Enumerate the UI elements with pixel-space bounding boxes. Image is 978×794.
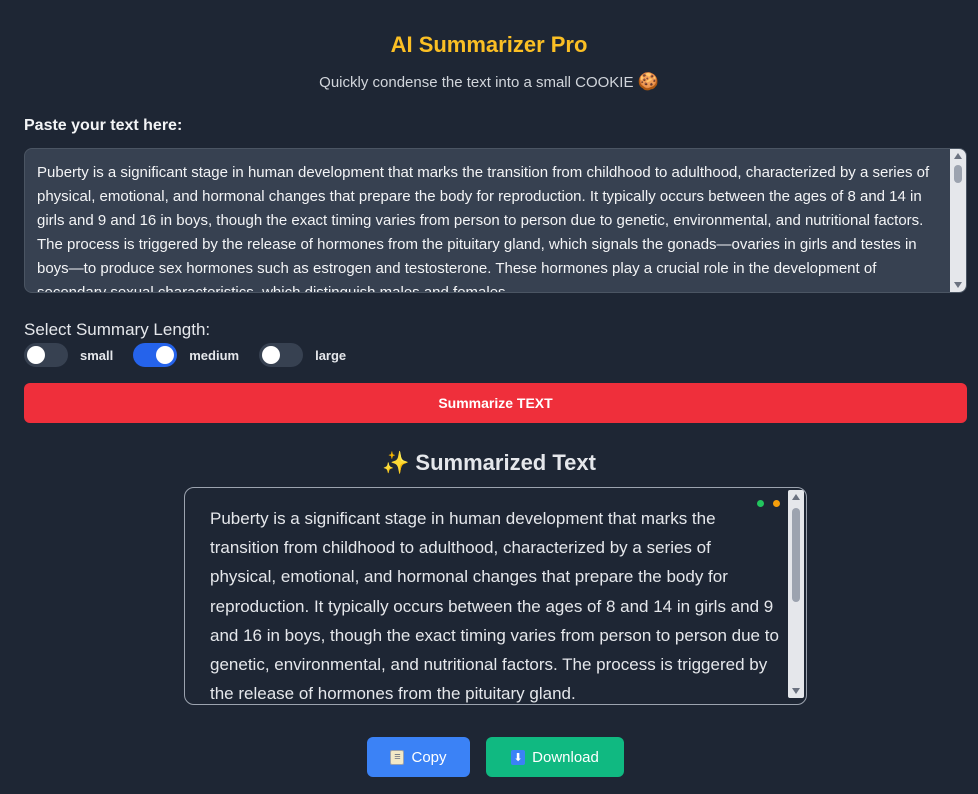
toggle-knob	[262, 346, 281, 364]
toggle-label-medium: medium	[189, 347, 240, 363]
toggle-knob	[27, 346, 45, 364]
download-button[interactable]: ⬇ Download	[486, 737, 624, 777]
input-text-content[interactable]: Puberty is a significant stage in human …	[37, 161, 942, 292]
green-dot-icon	[757, 500, 764, 507]
scroll-up-icon[interactable]	[954, 153, 962, 159]
toggle-label-large: large	[315, 347, 347, 363]
scroll-up-icon[interactable]	[792, 494, 800, 500]
copy-label: Copy	[411, 748, 447, 766]
toggle-medium[interactable]: medium	[133, 343, 239, 367]
input-label: Paste your text here:	[24, 117, 183, 134]
toggle-large[interactable]: large	[259, 343, 346, 367]
length-selector-label: Select Summary Length:	[24, 320, 211, 339]
app-subtitle: Quickly condense the text into a small C…	[0, 72, 978, 92]
subtitle-text: Quickly condense the text into a small C…	[319, 74, 634, 91]
result-heading-text: Summarized Text	[415, 450, 596, 475]
text-input[interactable]: Puberty is a significant stage in human …	[24, 148, 967, 293]
summary-text: Puberty is a significant stage in human …	[210, 509, 779, 704]
summary-scrollbar[interactable]	[788, 490, 804, 698]
scroll-down-icon[interactable]	[954, 282, 962, 288]
copy-button[interactable]: ≡ Copy	[367, 737, 470, 777]
clipboard-icon: ≡	[390, 749, 405, 765]
toggle-knob	[156, 346, 175, 364]
sparkles-icon: ✨	[382, 450, 410, 475]
toggle-switch-large[interactable]	[259, 343, 304, 367]
download-arrow-icon: ⬇	[511, 749, 526, 765]
summary-output[interactable]: Puberty is a significant stage in human …	[184, 487, 807, 705]
cookie-icon: 🍪	[637, 72, 659, 91]
summarizer-app: AI Summarizer Pro Quickly condense the t…	[0, 0, 978, 794]
scrollbar-thumb[interactable]	[792, 508, 800, 602]
toggle-small[interactable]: small	[24, 343, 113, 367]
scroll-down-icon[interactable]	[792, 688, 800, 694]
toggle-switch-medium[interactable]	[133, 343, 178, 367]
yellow-dot-icon	[773, 500, 780, 507]
length-toggle-group: small medium large	[24, 343, 366, 367]
result-heading: ✨ Summarized Text	[0, 450, 978, 476]
scrollbar-thumb[interactable]	[954, 165, 962, 183]
app-title: AI Summarizer Pro	[390, 32, 588, 57]
toggle-label-small: small	[80, 347, 114, 363]
summarize-button[interactable]: Summarize TEXT	[24, 383, 967, 423]
input-scrollbar[interactable]	[950, 149, 966, 292]
download-label: Download	[532, 748, 599, 766]
toggle-switch-small[interactable]	[24, 343, 68, 367]
